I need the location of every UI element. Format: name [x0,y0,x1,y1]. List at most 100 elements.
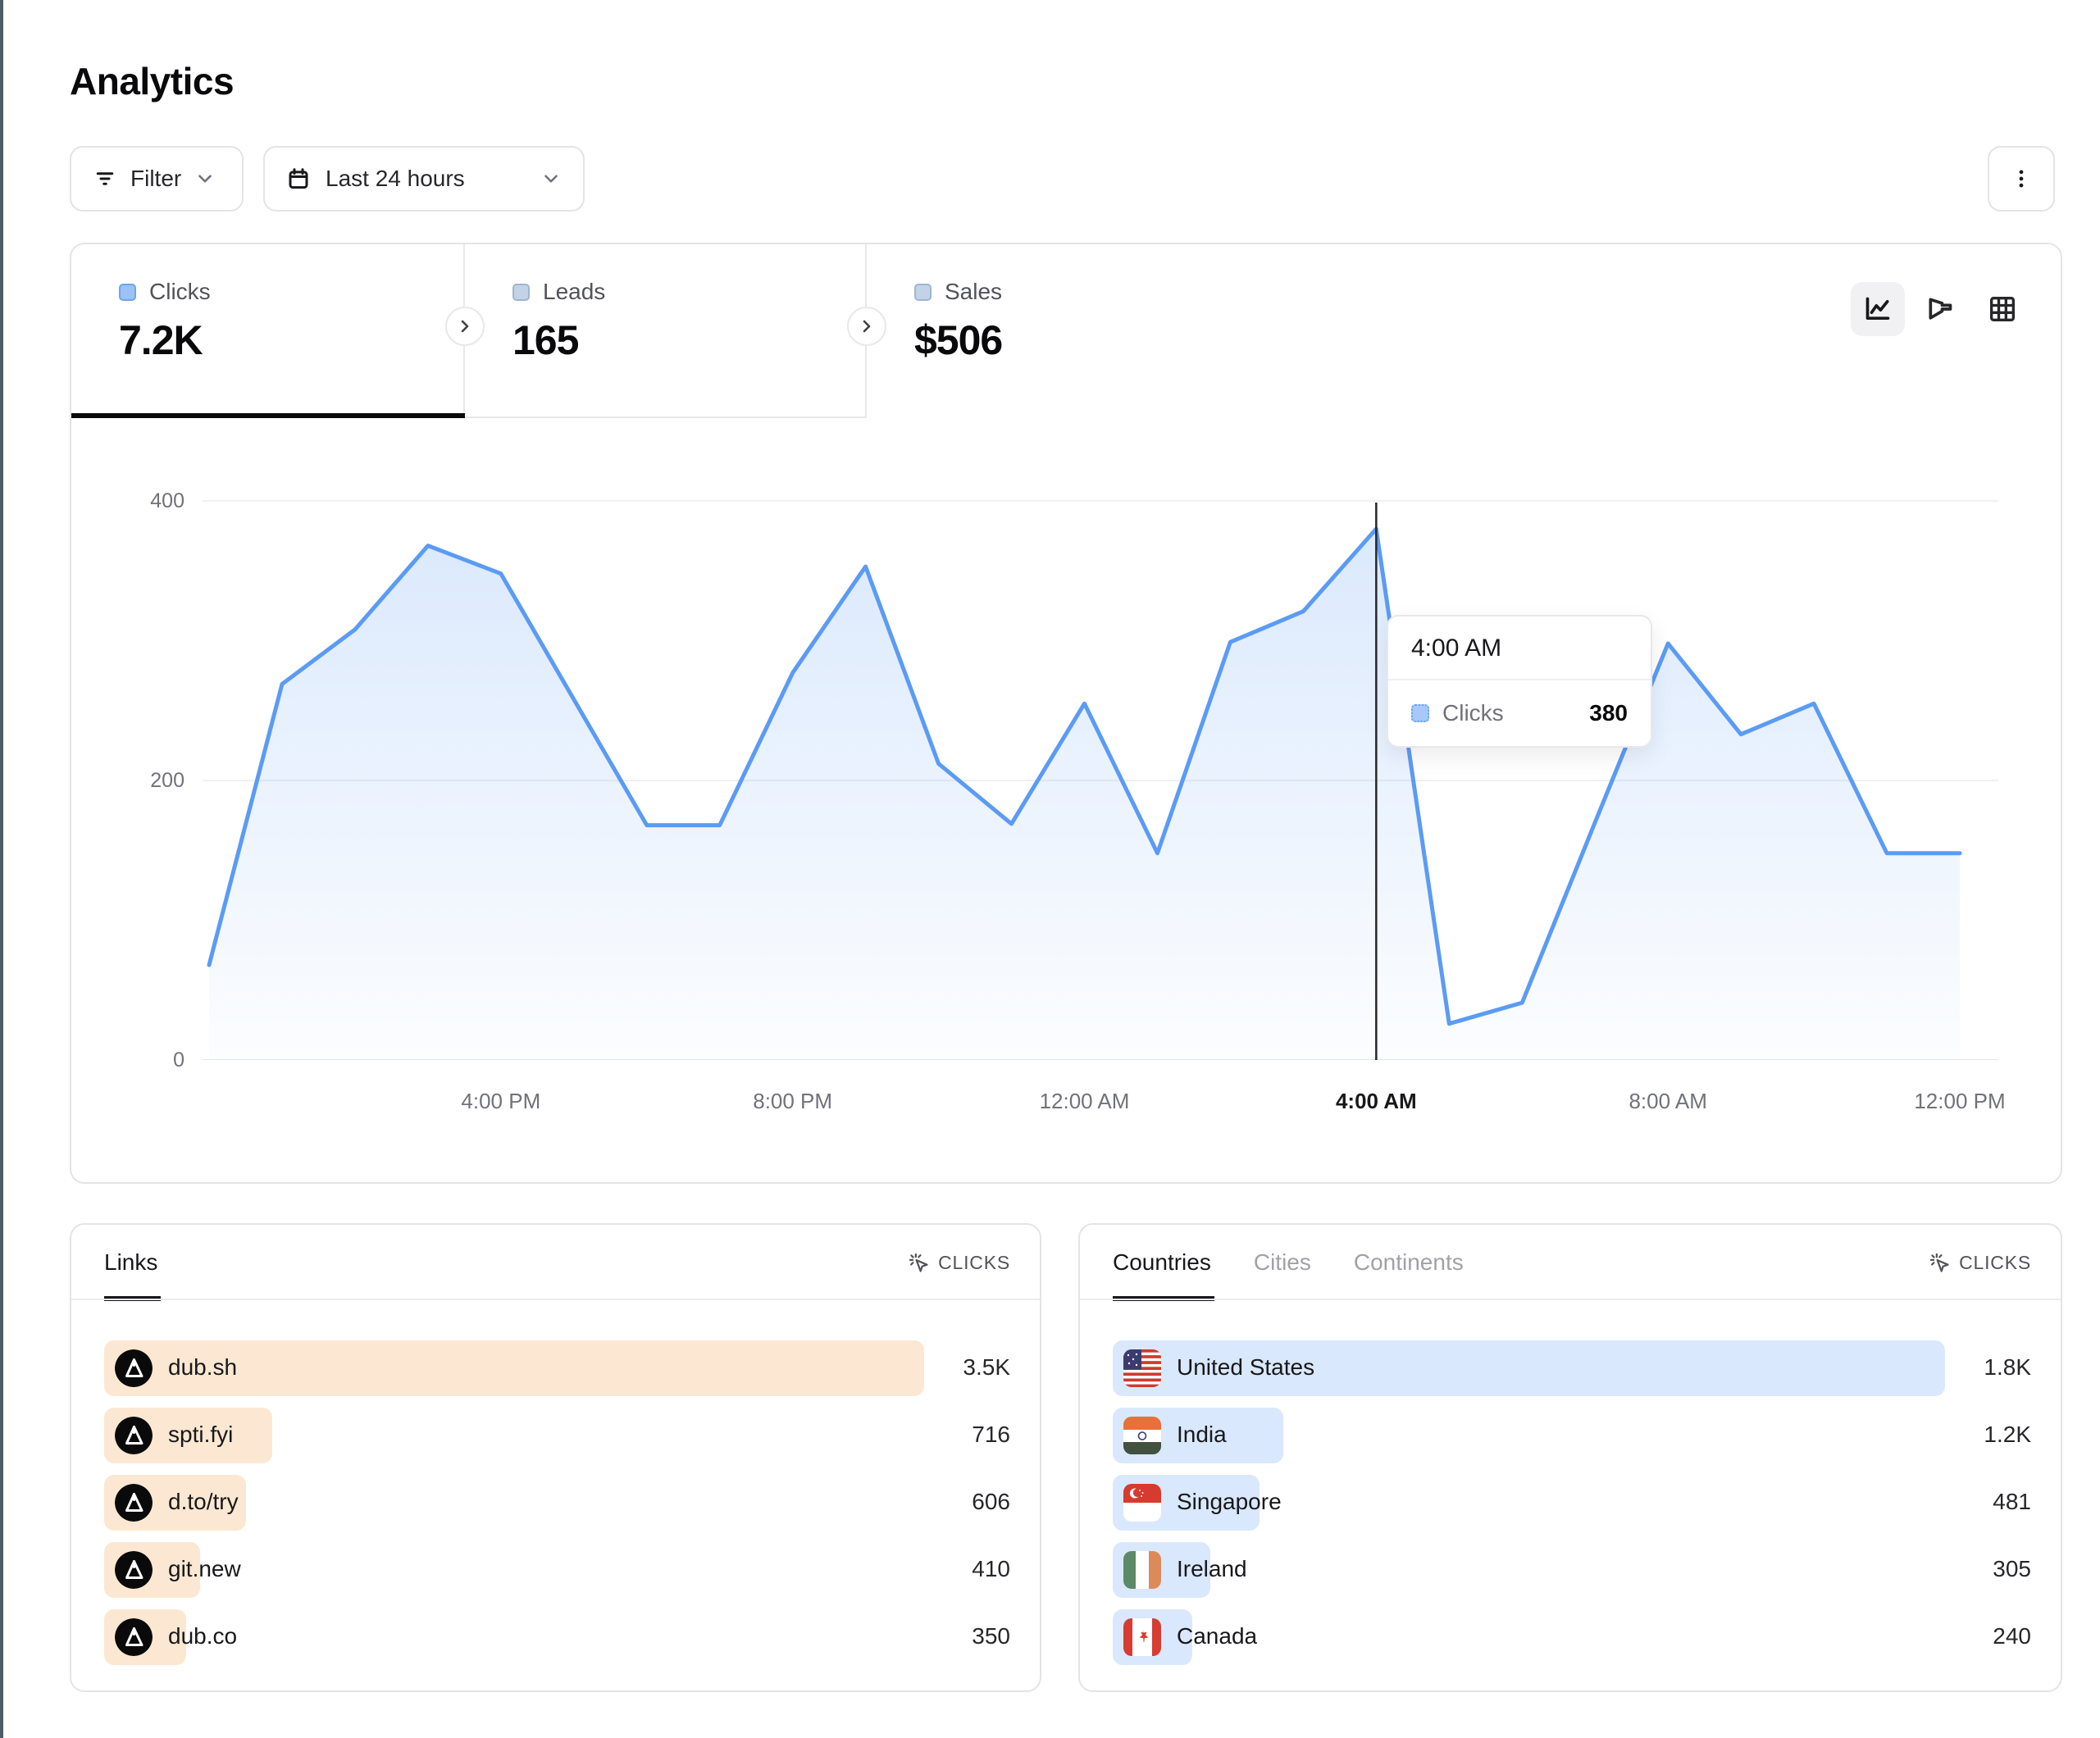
row-clicks-value: 1.2K [1984,1422,2031,1448]
y-tick-label: 0 [86,1049,184,1072]
row-label: Ireland [1177,1556,1247,1582]
x-tick-label: 8:00 PM [711,1089,875,1114]
country-row[interactable]: United States 1.8K [1113,1340,2031,1396]
links-clicks-sort-header[interactable]: CLICKS [907,1251,1010,1274]
ca-flag-icon [1123,1618,1161,1656]
countries-tabs: Countries Cities Continents [1113,1249,1464,1276]
row-clicks-value: 3.5K [963,1354,1010,1381]
countries-panel: Countries Cities Continents CLICKS United … [1078,1223,2062,1692]
row-label: United States [1177,1354,1314,1381]
calendar-icon [286,166,311,191]
metric-expand-button[interactable] [847,307,886,346]
kebab-menu-icon [2009,166,2034,191]
clicks-legend-swatch [119,284,136,301]
row-clicks-value: 350 [972,1623,1010,1649]
leads-label: Leads [543,279,605,305]
links-list: dub.sh 3.5K spti.fyi 716 d.to/try 606 git.new 4… [104,1340,1010,1665]
countries-clicks-sort-header[interactable]: CLICKS [1928,1251,2031,1274]
clicks-area-chart[interactable] [203,478,1998,1060]
countries-metric-header-label: CLICKS [1959,1252,2031,1274]
tooltip-legend-swatch [1411,704,1429,722]
links-metric-header-label: CLICKS [938,1252,1010,1274]
link-row[interactable]: git.new 410 [104,1542,1010,1598]
us-flag-icon [1123,1349,1161,1387]
row-label: Singapore [1177,1489,1282,1515]
row-clicks-value: 410 [972,1556,1010,1582]
row-label: dub.sh [168,1354,237,1381]
link-row[interactable]: dub.co 350 [104,1609,1010,1665]
panel-divider [1080,1299,2061,1300]
chevron-right-icon [455,316,475,336]
link-row[interactable]: dub.sh 3.5K [104,1340,1010,1396]
area-fill [209,529,1960,1060]
x-tick-label: 12:00 AM [1003,1089,1167,1114]
funnel-view-button[interactable] [1913,282,1967,336]
more-options-button[interactable] [1988,146,2055,212]
row-clicks-value: 240 [1993,1623,2031,1649]
table-view-button[interactable] [1975,282,2029,336]
row-label: spti.fyi [168,1422,233,1448]
leads-value: 165 [512,316,865,364]
tab-sales[interactable]: Sales $506 [867,244,1293,418]
dub-logo-icon [115,1618,153,1656]
clicks-label: Clicks [149,279,211,305]
x-tick-label: 4:00 PM [419,1089,583,1114]
chart-view-switcher [1851,282,2029,336]
filter-icon [93,166,117,191]
countries-tab-continents[interactable]: Continents [1354,1249,1464,1276]
leads-legend-swatch [512,284,530,301]
sales-legend-swatch [914,284,932,301]
country-row[interactable]: India 1.2K [1113,1408,2031,1463]
tab-clicks[interactable]: Clicks 7.2K [71,244,465,418]
links-panel: Links CLICKS dub.sh 3.5K spti.fyi 716 d.to/t… [70,1223,1041,1692]
filter-button[interactable]: Filter [70,146,244,212]
row-clicks-value: 1.8K [1984,1354,2031,1381]
line-chart-icon [1861,293,1894,325]
chevron-down-icon [540,168,562,189]
country-row[interactable]: Singapore 481 [1113,1475,2031,1531]
row-clicks-value: 606 [972,1489,1010,1515]
links-tab-links[interactable]: Links [104,1249,157,1276]
countries-list: United States 1.8K India 1.2K Singapore 481 Ir… [1113,1340,2031,1665]
metric-expand-button[interactable] [445,307,485,346]
link-row[interactable]: spti.fyi 716 [104,1408,1010,1463]
row-label: Canada [1177,1623,1257,1649]
y-tick-label: 400 [86,489,184,513]
country-row[interactable]: Ireland305 [1113,1542,2031,1598]
date-range-label: Last 24 hours [326,166,526,192]
funnel-icon [1924,293,1957,325]
table-grid-icon [1986,293,2019,325]
row-clicks-value: 481 [1993,1489,2031,1515]
row-clicks-value: 716 [972,1422,1010,1448]
tooltip-time: 4:00 AM [1388,616,1651,680]
row-label: git.new [168,1556,241,1582]
tooltip-value: 380 [1589,700,1628,726]
country-row[interactable]: Canada 240 [1113,1609,2031,1665]
tooltip-series-label: Clicks [1442,700,1576,726]
row-label: dub.co [168,1623,237,1649]
dub-logo-icon [115,1417,153,1454]
countries-tab-countries[interactable]: Countries [1113,1249,1211,1276]
tab-leads[interactable]: Leads 165 [465,244,867,418]
x-tick-label: 4:00 AM [1294,1089,1458,1114]
link-row[interactable]: d.to/try 606 [104,1475,1010,1531]
line-chart-view-button[interactable] [1851,282,1905,336]
date-range-button[interactable]: Last 24 hours [263,146,585,212]
countries-tab-cities[interactable]: Cities [1254,1249,1311,1276]
row-label: d.to/try [168,1489,239,1515]
page-edge-accent [0,0,3,1738]
dub-logo-icon [115,1484,153,1522]
x-tick-label: 8:00 AM [1586,1089,1750,1114]
sales-label: Sales [945,279,1002,305]
clicks-value: 7.2K [119,316,463,364]
analytics-card: Clicks 7.2K Leads 165 Sales $506 [70,243,2062,1184]
panel-divider [71,1299,1040,1300]
dub-logo-icon [115,1349,153,1387]
sg-flag-icon [1123,1484,1161,1522]
row-label: India [1177,1422,1227,1448]
dub-logo-icon [115,1551,153,1589]
active-tab-indicator [71,413,465,418]
links-tabs: Links [104,1249,157,1276]
y-tick-label: 200 [86,769,184,793]
cursor-click-icon [907,1251,930,1274]
